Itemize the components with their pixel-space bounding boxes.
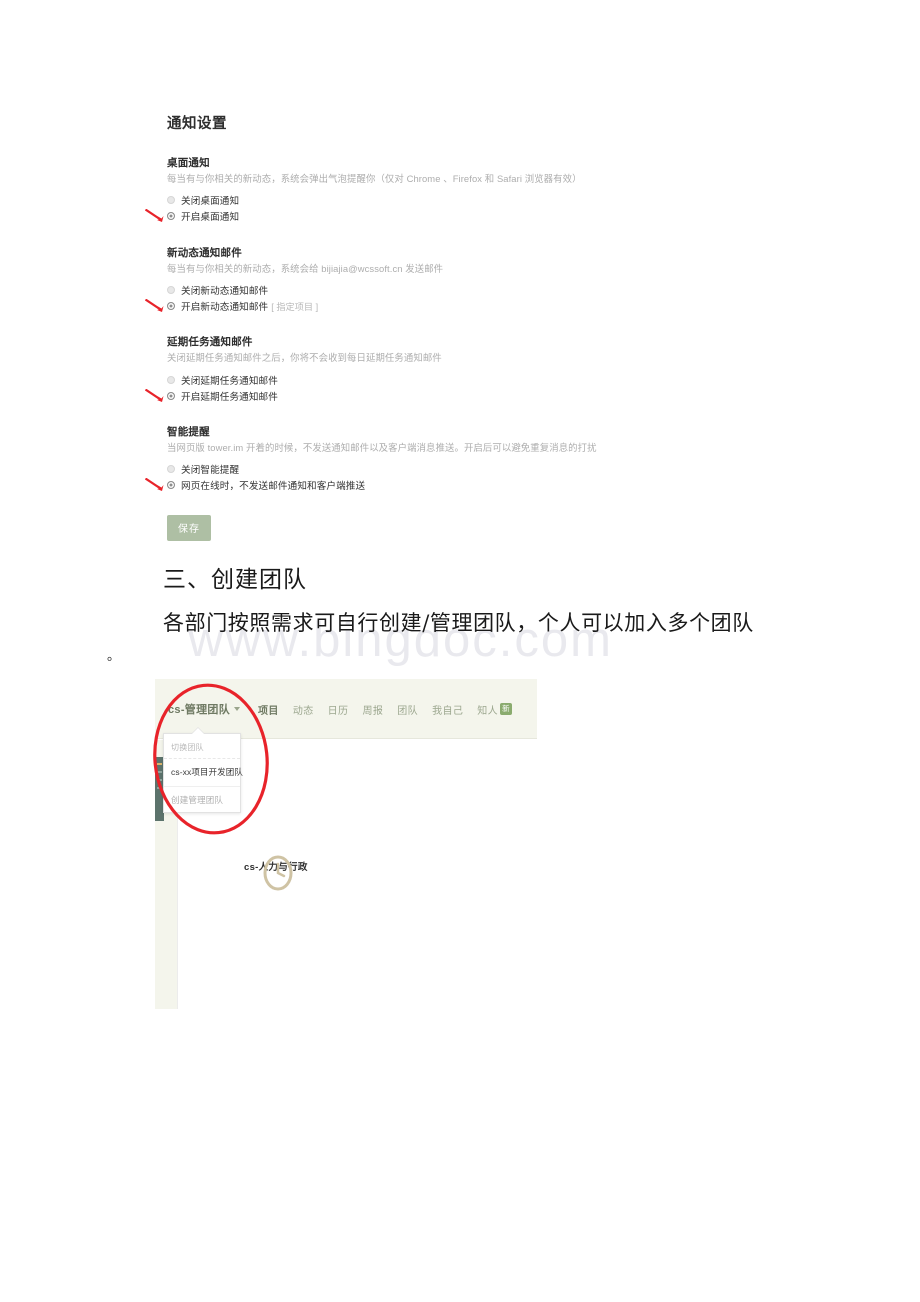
nav-item-label: 周报 [362,705,384,717]
radio-button-icon[interactable] [167,465,175,474]
notification-settings-screenshot: 通知设置 桌面通知 每当有与你相关的新动态，系统会弹出气泡提醒你（仅对 Chro… [145,112,787,541]
nav-item-activity[interactable]: 动态 [293,702,314,717]
save-button-container: 保存 [167,514,787,541]
red-arrow-icon [145,478,164,492]
setting-description: 当网页版 tower.im 开着的时候，不发送通知邮件以及客户端消息推送。开启后… [167,442,597,454]
radio-button-icon[interactable] [167,391,175,400]
nav-item-label: 项目 [258,705,279,717]
specify-project-link[interactable]: [ 指定项目 ] [271,299,318,313]
radio-option-label: 关闭桌面通知 [181,196,240,208]
save-button[interactable]: 保存 [167,514,211,541]
red-arrow-icon [145,298,164,312]
page-title: 通知设置 [167,116,227,132]
setting-description: 每当有与你相关的新动态，系统会弹出气泡提醒你（仅对 Chrome 、Firefo… [167,173,582,184]
setting-heading: 延期任务通知邮件 [167,336,253,349]
setting-description: 每当有与你相关的新动态，系统会给 bijiajia@wcssoft.cn 发送邮… [167,262,444,274]
nav-item-weekly-report[interactable]: 周报 [362,702,383,717]
section-paragraph-tail: 。 [107,649,121,664]
dropdown-create-team-link[interactable]: 创建管理团队 [164,787,240,808]
red-arrow-icon [145,388,164,402]
nav-item-myself[interactable]: 我自己 [432,702,463,717]
team-switcher-button[interactable]: cs-管理团队 [168,701,240,717]
radio-option-on[interactable]: 开启新动态通知邮件 [ 指定项目 ] [145,298,787,313]
radio-button-icon[interactable] [167,196,175,205]
setting-block-smart-reminder: 智能提醒 当网页版 tower.im 开着的时候，不发送通知邮件以及客户端消息推… [145,424,787,493]
radio-button-icon[interactable] [167,375,175,384]
nav-item-label: 我自己 [432,705,464,717]
radio-option-off[interactable]: 关闭智能提醒 [167,462,787,477]
radio-button-icon[interactable] [167,301,175,310]
radio-option-label: 开启桌面通知 [181,212,240,224]
nav-item-label: 知人 [477,705,499,717]
radio-button-icon[interactable] [167,481,175,490]
setting-heading: 桌面通知 [167,157,210,169]
setting-block-desktop-notification: 桌面通知 每当有与你相关的新动态，系统会弹出气泡提醒你（仅对 Chrome 、F… [145,155,787,224]
nav-item-label: 动态 [292,705,314,717]
nav-item-team[interactable]: 团队 [397,702,418,717]
radio-option-label: 关闭智能提醒 [181,465,240,477]
dropdown-header: 切换团队 [164,739,240,759]
setting-description: 关闭延期任务通知邮件之后，你将不会收到每日延期任务通知邮件 [167,352,442,364]
rail-tick-icon [157,787,162,789]
chevron-down-icon [234,707,240,711]
app-main-nav: cs-管理团队 项目 动态 日历 周报 团队 我自己 知人 新 [155,679,537,739]
nav-item-label: 日历 [327,705,349,717]
rail-tick-icon [157,771,162,773]
nav-item-zhiren[interactable]: 知人 新 [477,702,512,717]
radio-option-label: 关闭延期任务通知邮件 [181,375,278,387]
radio-option-on[interactable]: 开启桌面通知 [145,209,787,224]
rail-tick-icon [157,763,162,765]
radio-option-label: 网页在线时，不发送邮件通知和客户端推送 [181,481,366,493]
radio-option-label: 开启新动态通知邮件 [181,301,269,313]
dropdown-caret-icon [192,728,204,734]
radio-option-on[interactable]: 开启延期任务通知邮件 [145,388,787,403]
tower-app-screenshot: cs-人力与行政 cs-管理团队 项目 动态 日历 周报 团队 我自己 知人 新… [155,679,537,1009]
radio-button-icon[interactable] [167,212,175,221]
setting-block-overdue-task-email: 延期任务通知邮件 关闭延期任务通知邮件之后，你将不会收到每日延期任务通知邮件 关… [145,334,787,403]
rail-tick-icon [157,779,162,781]
section-heading: 三、创建团队 [163,567,307,593]
radio-option-off[interactable]: 关闭延期任务通知邮件 [167,372,787,387]
setting-heading: 新动态通知邮件 [167,246,242,259]
radio-option-off[interactable]: 关闭新动态通知邮件 [167,282,787,297]
radio-option-off[interactable]: 关闭桌面通知 [167,193,787,208]
section-paragraph: 各部门按照需求可自行创建/管理团队，个人可以加入多个团队 [163,611,754,635]
team-switcher-label: cs-管理团队 [168,704,230,716]
dropdown-item-team[interactable]: cs-xx项目开发团队 [164,759,243,787]
nav-item-projects[interactable]: 项目 [258,702,279,717]
clock-watermark-icon [263,855,293,891]
radio-option-label: 开启延期任务通知邮件 [181,391,278,403]
radio-option-on[interactable]: 网页在线时，不发送邮件通知和客户端推送 [145,478,787,493]
nav-item-calendar[interactable]: 日历 [328,702,349,717]
red-arrow-icon [145,209,164,223]
setting-block-activity-email: 新动态通知邮件 每当有与你相关的新动态，系统会给 bijiajia@wcssof… [145,245,787,314]
team-switcher-dropdown: 切换团队 cs-xx项目开发团队 创建管理团队 [163,728,243,813]
radio-option-label: 关闭新动态通知邮件 [181,285,269,297]
radio-button-icon[interactable] [167,285,175,294]
new-badge: 新 [500,703,512,715]
setting-heading: 智能提醒 [167,426,210,439]
nav-item-label: 团队 [397,705,419,717]
